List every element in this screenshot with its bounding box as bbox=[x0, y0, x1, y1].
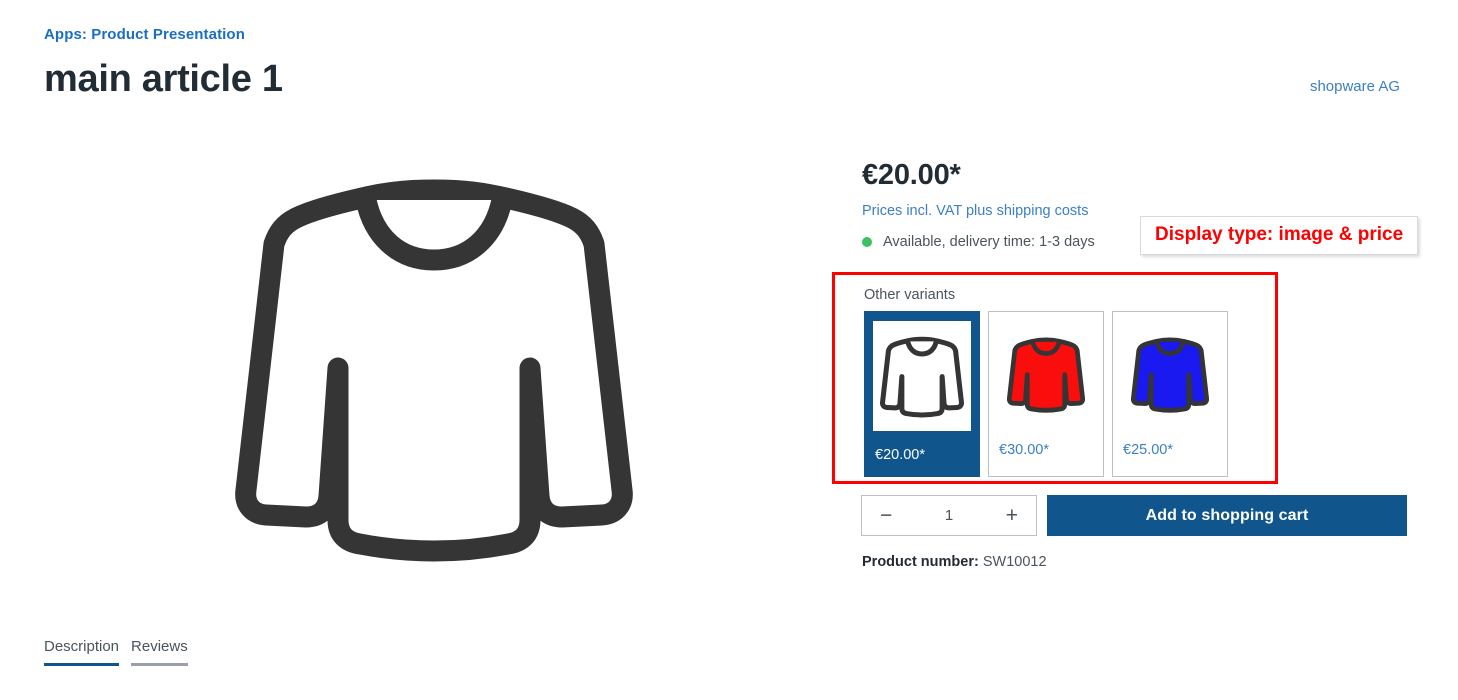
product-price: €20.00* bbox=[862, 159, 961, 191]
variants-label: Other variants bbox=[864, 287, 956, 303]
variants-highlight-region: Other variants €20.00* €30.00* €25.00* bbox=[832, 272, 1278, 484]
page-title: main article 1 bbox=[44, 58, 283, 100]
variant-thumbnail bbox=[873, 321, 971, 431]
annotation-callout: Display type: image & price bbox=[1140, 216, 1419, 255]
manufacturer-link[interactable]: shopware AG bbox=[1310, 78, 1400, 95]
long-sleeve-shirt-white-icon bbox=[880, 333, 964, 419]
availability-text: Available, delivery time: 1-3 days bbox=[883, 233, 1095, 250]
quantity-increase-button[interactable]: + bbox=[1004, 505, 1020, 526]
variant-option-red[interactable]: €30.00* bbox=[988, 311, 1104, 477]
variant-option-blue[interactable]: €25.00* bbox=[1112, 311, 1228, 477]
variant-option-white[interactable]: €20.00* bbox=[864, 311, 980, 477]
quantity-decrease-button[interactable]: − bbox=[878, 505, 894, 526]
variants-block: Other variants €20.00* €30.00* €25.00* bbox=[835, 275, 1275, 477]
buy-actions: − + Add to shopping cart bbox=[861, 495, 1407, 536]
product-number-label: Product number: bbox=[862, 554, 979, 570]
variant-price: €30.00* bbox=[999, 442, 1049, 458]
long-sleeve-shirt-placeholder-icon bbox=[234, 160, 634, 570]
variant-list: €20.00* €30.00* €25.00* bbox=[864, 311, 1275, 477]
breadcrumb[interactable]: Apps: Product Presentation bbox=[44, 26, 245, 43]
product-number-value: SW10012 bbox=[982, 554, 1047, 570]
tab-reviews[interactable]: Reviews bbox=[131, 638, 188, 666]
variant-price: €20.00* bbox=[875, 447, 925, 463]
quantity-input[interactable] bbox=[926, 507, 972, 524]
variant-price: €25.00* bbox=[1123, 442, 1173, 458]
availability-dot-icon bbox=[862, 236, 872, 247]
product-detail-page: Apps: Product Presentation main article … bbox=[0, 0, 1458, 700]
product-tabs: Description Reviews bbox=[44, 638, 188, 666]
tab-description[interactable]: Description bbox=[44, 638, 120, 666]
add-to-cart-button[interactable]: Add to shopping cart bbox=[1047, 495, 1407, 536]
variant-thumbnail bbox=[1125, 321, 1215, 426]
long-sleeve-shirt-blue-icon bbox=[1131, 334, 1209, 414]
product-number: Product number: SW10012 bbox=[862, 554, 1047, 570]
variant-thumbnail bbox=[1001, 321, 1091, 426]
quantity-stepper[interactable]: − + bbox=[861, 495, 1037, 536]
product-gallery[interactable] bbox=[44, 140, 824, 590]
long-sleeve-shirt-red-icon bbox=[1007, 334, 1085, 414]
